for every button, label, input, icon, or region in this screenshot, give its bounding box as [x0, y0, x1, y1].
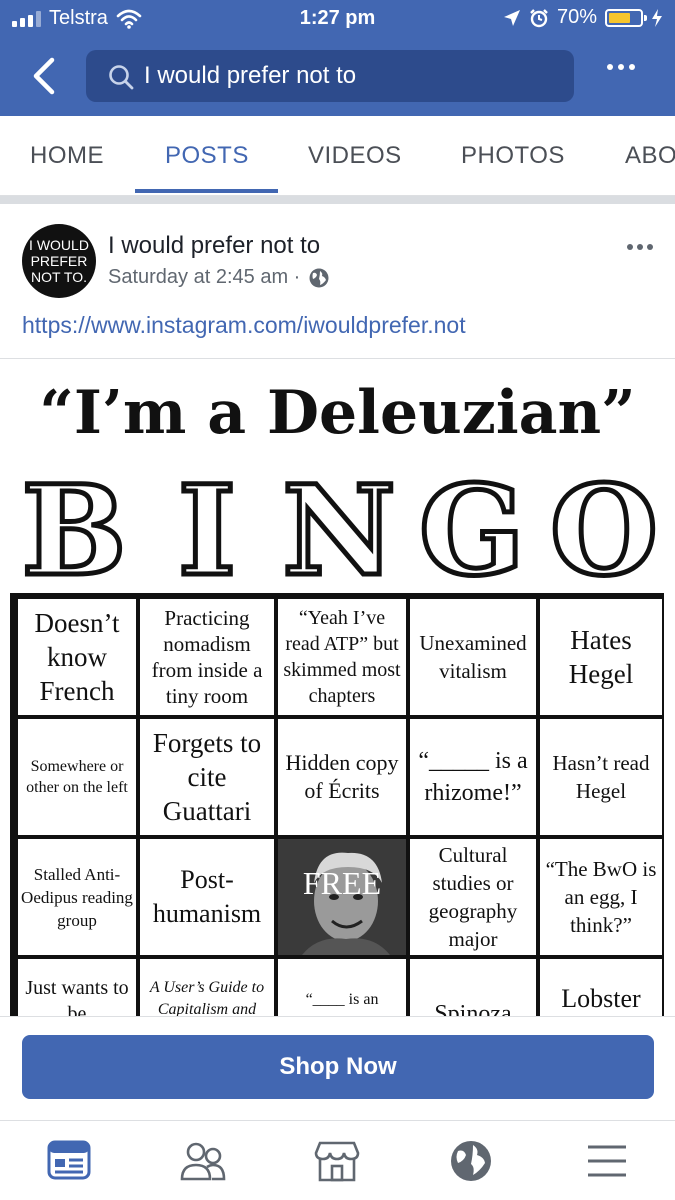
bingo-cell: “The BwO is an egg, I think?” [540, 839, 662, 955]
charging-bolt-icon [652, 8, 662, 27]
bingo-cell: Unexamined vitalism [410, 599, 536, 715]
search-input[interactable] [144, 58, 564, 94]
page-name-link[interactable]: I would prefer not to [108, 232, 320, 260]
bingo-cell: Spinoza [410, 959, 536, 1016]
post-timestamp[interactable]: Saturday at 2:45 am · [108, 266, 300, 289]
dot-icon [647, 244, 653, 250]
bingo-letter-o: O [547, 468, 660, 586]
globe-tab[interactable] [448, 1139, 494, 1183]
tab-posts[interactable]: POSTS [165, 142, 249, 170]
marketplace-icon [314, 1141, 360, 1182]
app-screen: Telstra 1:27 pm 70% I would prefer not t… [0, 0, 675, 1200]
svg-text:N: N [282, 468, 395, 586]
bingo-letter-n: N [280, 468, 398, 586]
bingo-cell: Practicing nomadism from inside a tiny r… [140, 599, 274, 715]
bingo-cell: A User’s Guide to Capitalism and [140, 959, 274, 1016]
bingo-cell: Cultural studies or geography major [410, 839, 536, 955]
bingo-header: B I N G O [14, 468, 664, 586]
dot-icon [607, 64, 613, 70]
dot-icon [637, 244, 643, 250]
bingo-cell: Hates Hegel [540, 599, 662, 715]
bingo-cell: Hasn’t read Hegel [540, 719, 662, 835]
avatar-text-line: PREFER [30, 253, 88, 269]
status-bar: Telstra 1:27 pm 70% [0, 0, 675, 38]
bingo-cell: Somewhere or other on the left [18, 719, 136, 835]
avatar-text-line: I WOULD [29, 237, 89, 253]
bingo-free-space: FREE SPACE [278, 839, 406, 955]
bingo-cell: Lobster [540, 959, 662, 1016]
tab-about[interactable]: ABO [625, 142, 675, 170]
bingo-cell: Stalled Anti-Oedipus reading group [18, 839, 136, 955]
bingo-grid: Doesn’t know French Practicing nomadism … [10, 593, 664, 1016]
bingo-cell: “_____ is a rhizome!” [410, 719, 536, 835]
post-options-button[interactable] [627, 244, 653, 250]
bingo-letter-g: G [416, 468, 527, 586]
bingo-letter-b: B [19, 468, 129, 586]
active-tab-indicator [135, 189, 278, 193]
dot-icon [629, 64, 635, 70]
tab-home[interactable]: HOME [30, 142, 104, 170]
news-feed-tab[interactable] [46, 1139, 92, 1183]
globe-icon [309, 268, 329, 287]
battery-percent: 70% [556, 6, 597, 28]
bingo-cell: “____ is an [278, 959, 406, 1016]
marketplace-tab[interactable] [314, 1139, 360, 1183]
tab-videos[interactable]: VIDEOS [308, 142, 402, 170]
post-divider [0, 358, 675, 359]
nav-row [0, 38, 675, 116]
notifications-globe-icon [451, 1141, 491, 1181]
chevron-left-icon [33, 57, 55, 95]
search-icon [109, 65, 134, 90]
shop-now-button[interactable]: Shop Now [22, 1035, 654, 1099]
bingo-cell: Hidden copy of Écrits [278, 719, 406, 835]
back-button[interactable] [28, 56, 62, 96]
friends-tab[interactable] [180, 1139, 226, 1183]
bottom-tab-bar [0, 1120, 675, 1200]
bingo-title: “I’m a Deleuzian” [39, 378, 636, 448]
svg-text:I: I [177, 468, 235, 586]
search-bar[interactable] [86, 50, 574, 102]
avatar-text-line: NOT TO. [30, 269, 87, 285]
top-bar: Telstra 1:27 pm 70% [0, 0, 675, 116]
tab-photos[interactable]: PHOTOS [461, 142, 565, 170]
shop-bar: Shop Now [0, 1016, 675, 1120]
news-feed-icon [47, 1140, 91, 1180]
menu-icon [588, 1145, 626, 1177]
page-tabs: HOME POSTS VIDEOS PHOTOS ABO [0, 116, 675, 196]
post-image[interactable]: “I’m a Deleuzian” B I N G O Doesn’t know… [0, 360, 675, 1016]
avatar[interactable]: I WOULD PREFER NOT TO. [22, 224, 96, 298]
bingo-cell: Post-humanism [140, 839, 274, 955]
alarm-icon [530, 8, 548, 27]
svg-text:O: O [550, 468, 658, 586]
svg-text:B: B [22, 468, 127, 586]
location-arrow-icon [503, 9, 520, 26]
bingo-cell: Doesn’t know French [18, 599, 136, 715]
svg-text:G: G [419, 468, 525, 586]
battery-icon [605, 8, 647, 27]
bingo-cell: Forgets to cite Guattari [140, 719, 274, 835]
bingo-letter-i: I [175, 468, 238, 586]
bingo-cell: Just wants to be [18, 959, 136, 1016]
friends-icon [180, 1142, 226, 1181]
more-options-button[interactable] [607, 64, 635, 70]
menu-tab[interactable] [584, 1139, 630, 1183]
bingo-cell: “Yeah I’ve read ATP” but skimmed most ch… [278, 599, 406, 715]
section-divider [0, 196, 675, 204]
dot-icon [618, 64, 624, 70]
instagram-link[interactable]: https://www.instagram.com/iwouldprefer.n… [22, 312, 466, 339]
post-timestamp-row: Saturday at 2:45 am · [108, 266, 330, 289]
free-space-label: FREE SPACE [294, 865, 391, 955]
dot-icon [627, 244, 633, 250]
